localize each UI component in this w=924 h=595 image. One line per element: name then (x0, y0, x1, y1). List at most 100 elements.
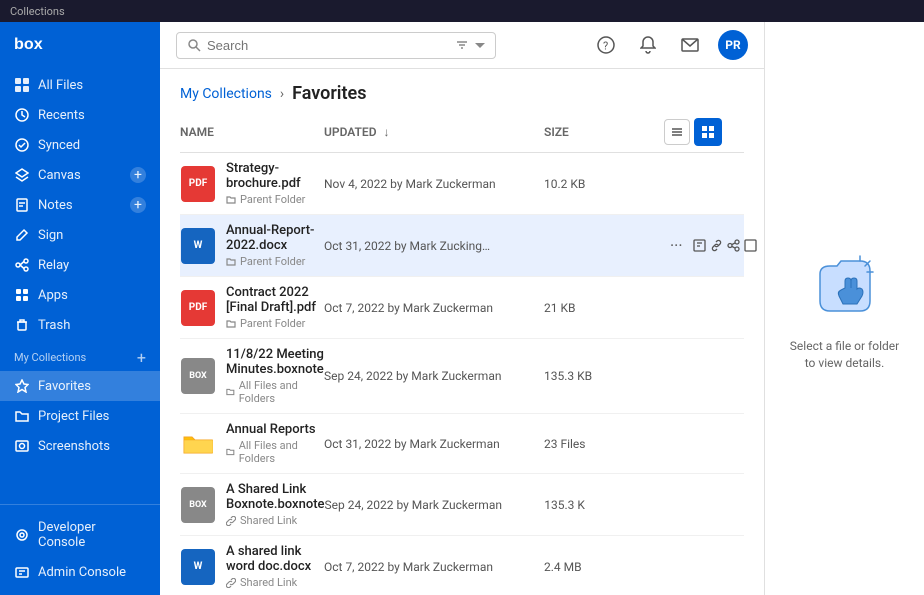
sidebar-item-recents[interactable]: Recents (0, 100, 160, 130)
sidebar-item-screenshots[interactable]: Screenshots (0, 431, 160, 461)
mail-button[interactable] (676, 31, 704, 59)
select-action-button[interactable] (744, 233, 757, 259)
sidebar-item-notes[interactable]: Notes + (0, 190, 160, 220)
file-size: 2.4 MB (544, 560, 664, 574)
app-title: Collections (10, 5, 65, 18)
sidebar-item-favorites[interactable]: Favorites (0, 371, 160, 401)
file-sub: Shared Link (226, 576, 324, 589)
file-name: Annual-Report-2022.docx (226, 223, 324, 253)
file-updated: Oct 31, 2022 by Mark Zucking… (324, 239, 544, 253)
filter-icon[interactable] (455, 38, 469, 52)
sidebar-item-label: Canvas (38, 168, 81, 183)
more-options-button[interactable]: ··· (664, 234, 689, 257)
collections-add-button[interactable]: + (137, 348, 146, 367)
file-name: 11/8/22 Meeting Minutes.boxnote (226, 347, 324, 377)
admin-icon (14, 564, 30, 580)
file-size: 21 KB (544, 301, 664, 315)
logo[interactable]: box (0, 22, 160, 66)
file-sub: All Files and Folders (226, 439, 324, 465)
column-updated[interactable]: UPDATED ↓ (324, 125, 544, 139)
table-row[interactable]: Annual Reports All Files and Folders Oct… (180, 414, 744, 474)
sidebar-item-relay[interactable]: Relay (0, 250, 160, 280)
preview-action-button[interactable] (693, 233, 706, 259)
breadcrumb-parent[interactable]: My Collections (180, 86, 272, 102)
sidebar-item-label: All Files (38, 78, 83, 93)
sidebar-item-label: Sign (38, 228, 63, 243)
apps-icon (14, 287, 30, 303)
header-actions: ? PR (592, 30, 748, 60)
file-sub: Parent Folder (226, 317, 324, 330)
docx-icon: W (181, 228, 215, 264)
file-sub: Parent Folder (226, 255, 324, 268)
docx-icon: W (181, 549, 215, 585)
sidebar-item-sign[interactable]: Sign (0, 220, 160, 250)
breadcrumb-separator: › (280, 86, 284, 102)
file-size: 10.2 KB (544, 177, 664, 191)
sidebar-item-label: Screenshots (38, 439, 110, 454)
search-box[interactable] (176, 32, 496, 59)
sidebar-item-project-files[interactable]: Project Files (0, 401, 160, 431)
boxnote-icon: BOX (181, 358, 215, 394)
sidebar-item-apps[interactable]: Apps (0, 280, 160, 310)
table-row[interactable]: W Annual-Report-2022.docx Parent Folder … (180, 215, 744, 277)
sidebar: box All Files Recents Synced (0, 22, 160, 595)
sidebar-item-canvas[interactable]: Canvas + (0, 160, 160, 190)
file-size: 135.3 K (544, 498, 664, 512)
table-row[interactable]: W A shared link word doc.docx Shared Lin… (180, 536, 744, 595)
share-link-action-button[interactable] (710, 233, 723, 259)
layers-icon (14, 167, 30, 183)
sidebar-item-label: Recents (38, 108, 85, 123)
sidebar-item-label: Trash (38, 318, 70, 333)
folder-icon (181, 429, 215, 459)
chevron-down-icon[interactable] (475, 40, 485, 50)
sidebar-item-trash[interactable]: Trash (0, 310, 160, 340)
right-panel-text: Select a file or folder to view details. (785, 338, 904, 372)
search-icon (187, 38, 201, 52)
file-name: A Shared Link Boxnote.boxnote (226, 482, 325, 512)
file-info: Strategy-brochure.pdf Parent Folder (226, 161, 324, 206)
table-row[interactable]: BOX A Shared Link Boxnote.boxnote Shared… (180, 474, 744, 536)
file-icon-wrapper: W (180, 228, 216, 264)
table-row[interactable]: BOX 11/8/22 Meeting Minutes.boxnote All … (180, 339, 744, 414)
help-button[interactable]: ? (592, 31, 620, 59)
notifications-button[interactable] (634, 31, 662, 59)
file-list-header: NAME UPDATED ↓ SIZE (180, 112, 744, 153)
file-updated: Oct 31, 2022 by Mark Zuckerman (324, 437, 544, 451)
file-updated: Oct 7, 2022 by Mark Zuckerman (324, 301, 544, 315)
table-row[interactable]: PDF Contract 2022 [Final Draft].pdf Pare… (180, 277, 744, 339)
sidebar-item-all-files[interactable]: All Files (0, 70, 160, 100)
pen-icon (14, 227, 30, 243)
file-info: 11/8/22 Meeting Minutes.boxnote All File… (226, 347, 324, 405)
file-icon-wrapper (180, 426, 216, 462)
share-action-button[interactable] (727, 233, 740, 259)
sidebar-item-developer-console[interactable]: Developer Console (0, 513, 160, 557)
select-check[interactable] (686, 492, 712, 518)
right-panel-icon (805, 246, 885, 326)
file-icon-wrapper: PDF (180, 290, 216, 326)
avatar[interactable]: PR (718, 30, 748, 60)
header: ? PR (160, 22, 764, 69)
file-updated: Sep 24, 2022 by Mark Zuckerman (324, 369, 544, 383)
notes-add-button[interactable]: + (130, 197, 146, 213)
sidebar-bottom: Developer Console Admin Console (0, 504, 160, 595)
grid-view-button[interactable] (694, 118, 722, 146)
breadcrumb-current: Favorites (292, 83, 366, 104)
screenshot-icon (14, 438, 30, 454)
search-input[interactable] (207, 38, 449, 53)
file-size: 23 Files (544, 437, 664, 451)
sidebar-item-label: Project Files (38, 409, 109, 424)
grid-icon (14, 77, 30, 93)
file-info: Annual-Report-2022.docx Parent Folder (226, 223, 324, 268)
sidebar-item-synced[interactable]: Synced (0, 130, 160, 160)
sidebar-item-admin-console[interactable]: Admin Console (0, 557, 160, 587)
file-name: Contract 2022 [Final Draft].pdf (226, 285, 324, 315)
row-actions: ··· (664, 233, 744, 259)
breadcrumb: My Collections › Favorites (160, 69, 764, 112)
check-circle-icon (14, 137, 30, 153)
file-sub: Shared Link (226, 514, 325, 527)
list-view-button[interactable] (664, 119, 690, 145)
table-row[interactable]: PDF Strategy-brochure.pdf Parent Folder … (180, 153, 744, 215)
canvas-add-button[interactable]: + (130, 167, 146, 183)
view-toggle (664, 118, 744, 146)
file-name: Strategy-brochure.pdf (226, 161, 324, 191)
